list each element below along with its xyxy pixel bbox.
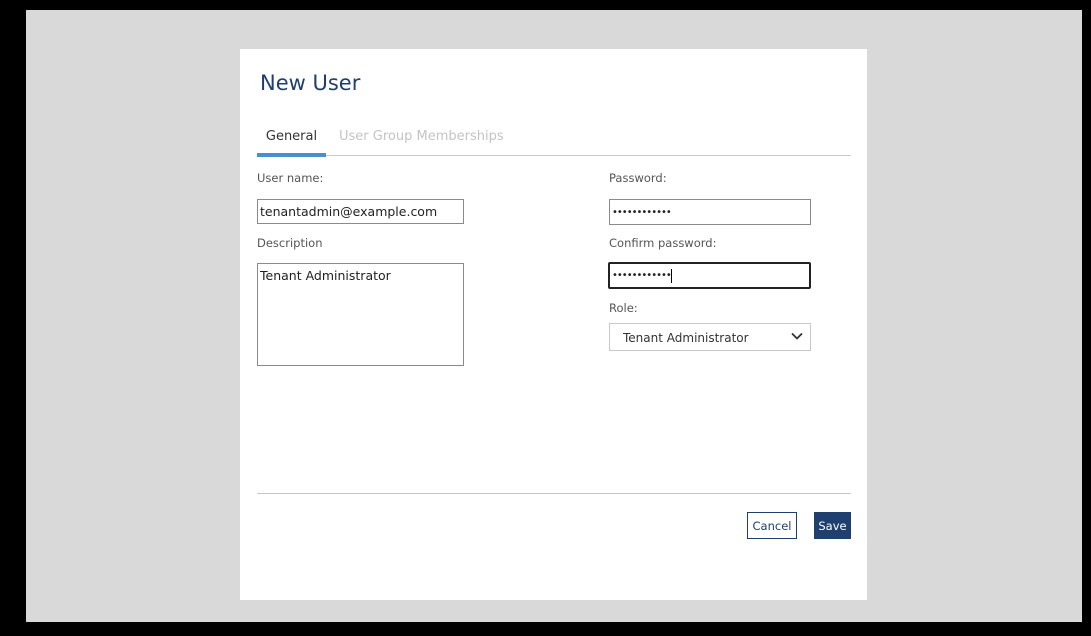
- password-label: Password:: [609, 171, 667, 185]
- text-caret: [671, 269, 672, 283]
- username-input[interactable]: [257, 199, 464, 224]
- confirm-password-input[interactable]: [608, 262, 811, 289]
- tab-user-group-memberships[interactable]: User Group Memberships: [339, 127, 504, 153]
- description-textarea[interactable]: Tenant Administrator: [257, 263, 464, 366]
- dialog-title: New User: [260, 71, 361, 95]
- cancel-button[interactable]: Cancel: [747, 512, 797, 539]
- confirm-password-label: Confirm password:: [609, 236, 717, 250]
- username-label: User name:: [257, 171, 324, 185]
- role-select-value: Tenant Administrator: [623, 331, 749, 345]
- tab-general[interactable]: General: [257, 127, 326, 157]
- description-label: Description: [257, 236, 323, 250]
- save-button[interactable]: Save: [814, 512, 851, 539]
- chevron-down-icon: [791, 333, 803, 340]
- role-label: Role:: [609, 301, 638, 315]
- footer-divider: [257, 493, 851, 494]
- screen-frame: New User General User Group Memberships …: [0, 0, 1091, 636]
- tab-bar: General User Group Memberships: [257, 125, 851, 157]
- new-user-dialog: New User General User Group Memberships …: [240, 49, 867, 600]
- password-input[interactable]: [609, 199, 811, 225]
- role-select[interactable]: Tenant Administrator: [609, 323, 811, 351]
